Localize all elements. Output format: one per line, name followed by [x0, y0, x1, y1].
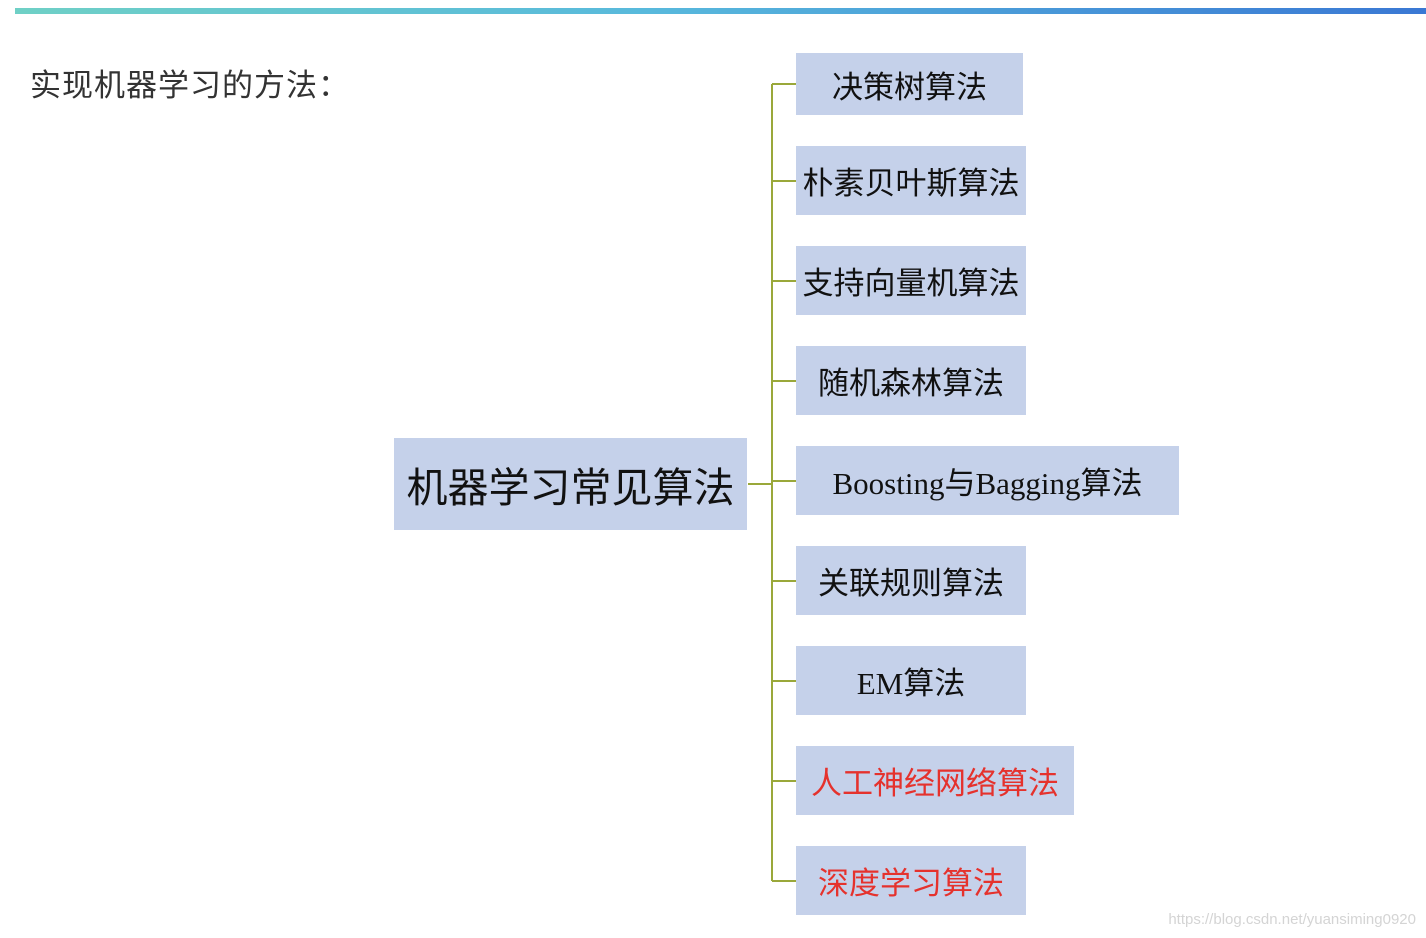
node-neural-network: 人工神经网络算法: [796, 746, 1074, 815]
node-naive-bayes: 朴素贝叶斯算法: [796, 146, 1026, 215]
node-decision-tree: 决策树算法: [796, 53, 1023, 115]
watermark: https://blog.csdn.net/yuansiming0920: [1168, 911, 1416, 928]
node-boosting-bagging: Boosting与Bagging算法: [796, 446, 1179, 515]
node-deep-learning: 深度学习算法: [796, 846, 1026, 915]
node-em: EM算法: [796, 646, 1026, 715]
node-svm: 支持向量机算法: [796, 246, 1026, 315]
node-random-forest: 随机森林算法: [796, 346, 1026, 415]
node-association-rules: 关联规则算法: [796, 546, 1026, 615]
root-node: 机器学习常见算法: [394, 438, 747, 530]
